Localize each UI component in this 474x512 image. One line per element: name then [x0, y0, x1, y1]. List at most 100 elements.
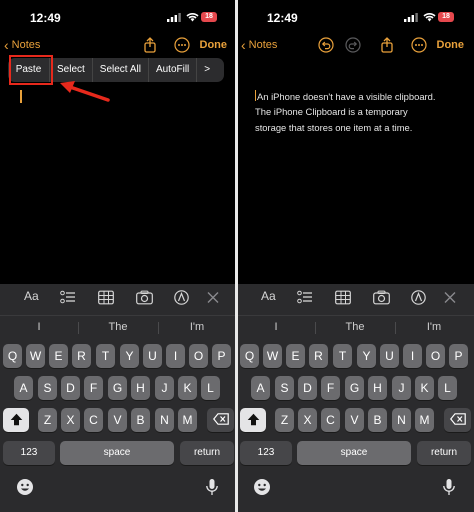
key-u[interactable]: U — [380, 344, 399, 368]
key-t[interactable]: T — [96, 344, 115, 368]
key-g[interactable]: G — [108, 376, 127, 400]
key-r[interactable]: R — [72, 344, 91, 368]
key-a[interactable]: A — [14, 376, 33, 400]
key-z[interactable]: Z — [275, 408, 294, 432]
key-b[interactable]: B — [368, 408, 387, 432]
redo-icon[interactable] — [345, 37, 361, 53]
key-j[interactable]: J — [392, 376, 411, 400]
key-k[interactable]: K — [415, 376, 434, 400]
key-f[interactable]: F — [84, 376, 103, 400]
key-o[interactable]: O — [189, 344, 208, 368]
return-key[interactable]: return — [180, 441, 234, 465]
prediction-2[interactable]: The — [325, 321, 385, 333]
emoji-icon[interactable] — [253, 478, 271, 496]
prediction-1[interactable]: I — [9, 321, 69, 333]
back-button[interactable]: ‹ Notes — [241, 38, 277, 52]
key-m[interactable]: M — [178, 408, 197, 432]
key-l[interactable]: L — [201, 376, 220, 400]
key-c[interactable]: C — [321, 408, 340, 432]
space-key[interactable]: space — [297, 441, 411, 465]
camera-icon[interactable] — [136, 290, 153, 305]
prediction-3[interactable]: I'm — [167, 321, 227, 333]
share-icon[interactable] — [379, 37, 395, 53]
markup-icon[interactable] — [411, 290, 426, 305]
camera-icon[interactable] — [373, 290, 390, 305]
keyboard: Aa I The I'm Q W E R T Y U I O P A S D F… — [0, 284, 237, 512]
undo-icon[interactable] — [318, 37, 334, 53]
key-x[interactable]: X — [61, 408, 80, 432]
prediction-3[interactable]: I'm — [404, 321, 464, 333]
microphone-icon[interactable] — [440, 478, 458, 496]
key-u[interactable]: U — [143, 344, 162, 368]
format-button[interactable]: Aa — [261, 289, 276, 304]
key-i[interactable]: I — [166, 344, 185, 368]
key-x[interactable]: X — [298, 408, 317, 432]
key-p[interactable]: P — [212, 344, 231, 368]
close-icon[interactable] — [444, 290, 456, 305]
key-l[interactable]: L — [438, 376, 457, 400]
space-key[interactable]: space — [60, 441, 174, 465]
numbers-key[interactable]: 123 — [3, 441, 55, 465]
key-h[interactable]: H — [368, 376, 387, 400]
key-a[interactable]: A — [251, 376, 270, 400]
table-icon[interactable] — [98, 290, 114, 305]
key-i[interactable]: I — [403, 344, 422, 368]
numbers-key[interactable]: 123 — [240, 441, 292, 465]
checklist-icon[interactable] — [60, 290, 76, 305]
menu-select-all[interactable]: Select All — [93, 58, 149, 82]
delete-key[interactable] — [207, 408, 234, 432]
done-button[interactable]: Done — [200, 39, 228, 51]
key-r[interactable]: R — [309, 344, 328, 368]
key-w[interactable]: W — [263, 344, 282, 368]
key-h[interactable]: H — [131, 376, 150, 400]
key-g[interactable]: G — [345, 376, 364, 400]
key-v[interactable]: V — [108, 408, 127, 432]
key-j[interactable]: J — [155, 376, 174, 400]
key-w[interactable]: W — [26, 344, 45, 368]
key-b[interactable]: B — [131, 408, 150, 432]
key-o[interactable]: O — [426, 344, 445, 368]
key-v[interactable]: V — [345, 408, 364, 432]
key-c[interactable]: C — [84, 408, 103, 432]
prediction-2[interactable]: The — [88, 321, 148, 333]
key-n[interactable]: N — [155, 408, 174, 432]
microphone-icon[interactable] — [203, 478, 221, 496]
key-n[interactable]: N — [392, 408, 411, 432]
key-e[interactable]: E — [286, 344, 305, 368]
share-icon[interactable] — [142, 37, 158, 53]
done-button[interactable]: Done — [437, 39, 465, 51]
key-d[interactable]: D — [298, 376, 317, 400]
key-e[interactable]: E — [49, 344, 68, 368]
more-icon[interactable] — [411, 37, 427, 53]
more-icon[interactable] — [174, 37, 190, 53]
key-s[interactable]: S — [275, 376, 294, 400]
key-s[interactable]: S — [38, 376, 57, 400]
close-icon[interactable] — [207, 290, 219, 305]
key-q[interactable]: Q — [240, 344, 259, 368]
delete-key[interactable] — [444, 408, 471, 432]
markup-icon[interactable] — [174, 290, 189, 305]
key-m[interactable]: M — [415, 408, 434, 432]
key-d[interactable]: D — [61, 376, 80, 400]
key-q[interactable]: Q — [3, 344, 22, 368]
key-z[interactable]: Z — [38, 408, 57, 432]
key-p[interactable]: P — [449, 344, 468, 368]
menu-more[interactable]: > — [197, 58, 217, 82]
key-y[interactable]: Y — [357, 344, 376, 368]
key-f[interactable]: F — [321, 376, 340, 400]
menu-autofill[interactable]: AutoFill — [149, 58, 198, 82]
key-y[interactable]: Y — [120, 344, 139, 368]
format-button[interactable]: Aa — [24, 289, 39, 304]
return-key[interactable]: return — [417, 441, 471, 465]
note-body[interactable]: An iPhone doesn't have a visible clipboa… — [255, 89, 467, 135]
checklist-icon[interactable] — [297, 290, 313, 305]
table-icon[interactable] — [335, 290, 351, 305]
emoji-icon[interactable] — [16, 478, 34, 496]
prediction-1[interactable]: I — [246, 321, 306, 333]
key-t[interactable]: T — [333, 344, 352, 368]
back-button[interactable]: ‹ Notes — [4, 38, 40, 52]
shift-key[interactable] — [240, 408, 266, 432]
menu-select[interactable]: Select — [50, 58, 93, 82]
shift-key[interactable] — [3, 408, 29, 432]
key-k[interactable]: K — [178, 376, 197, 400]
